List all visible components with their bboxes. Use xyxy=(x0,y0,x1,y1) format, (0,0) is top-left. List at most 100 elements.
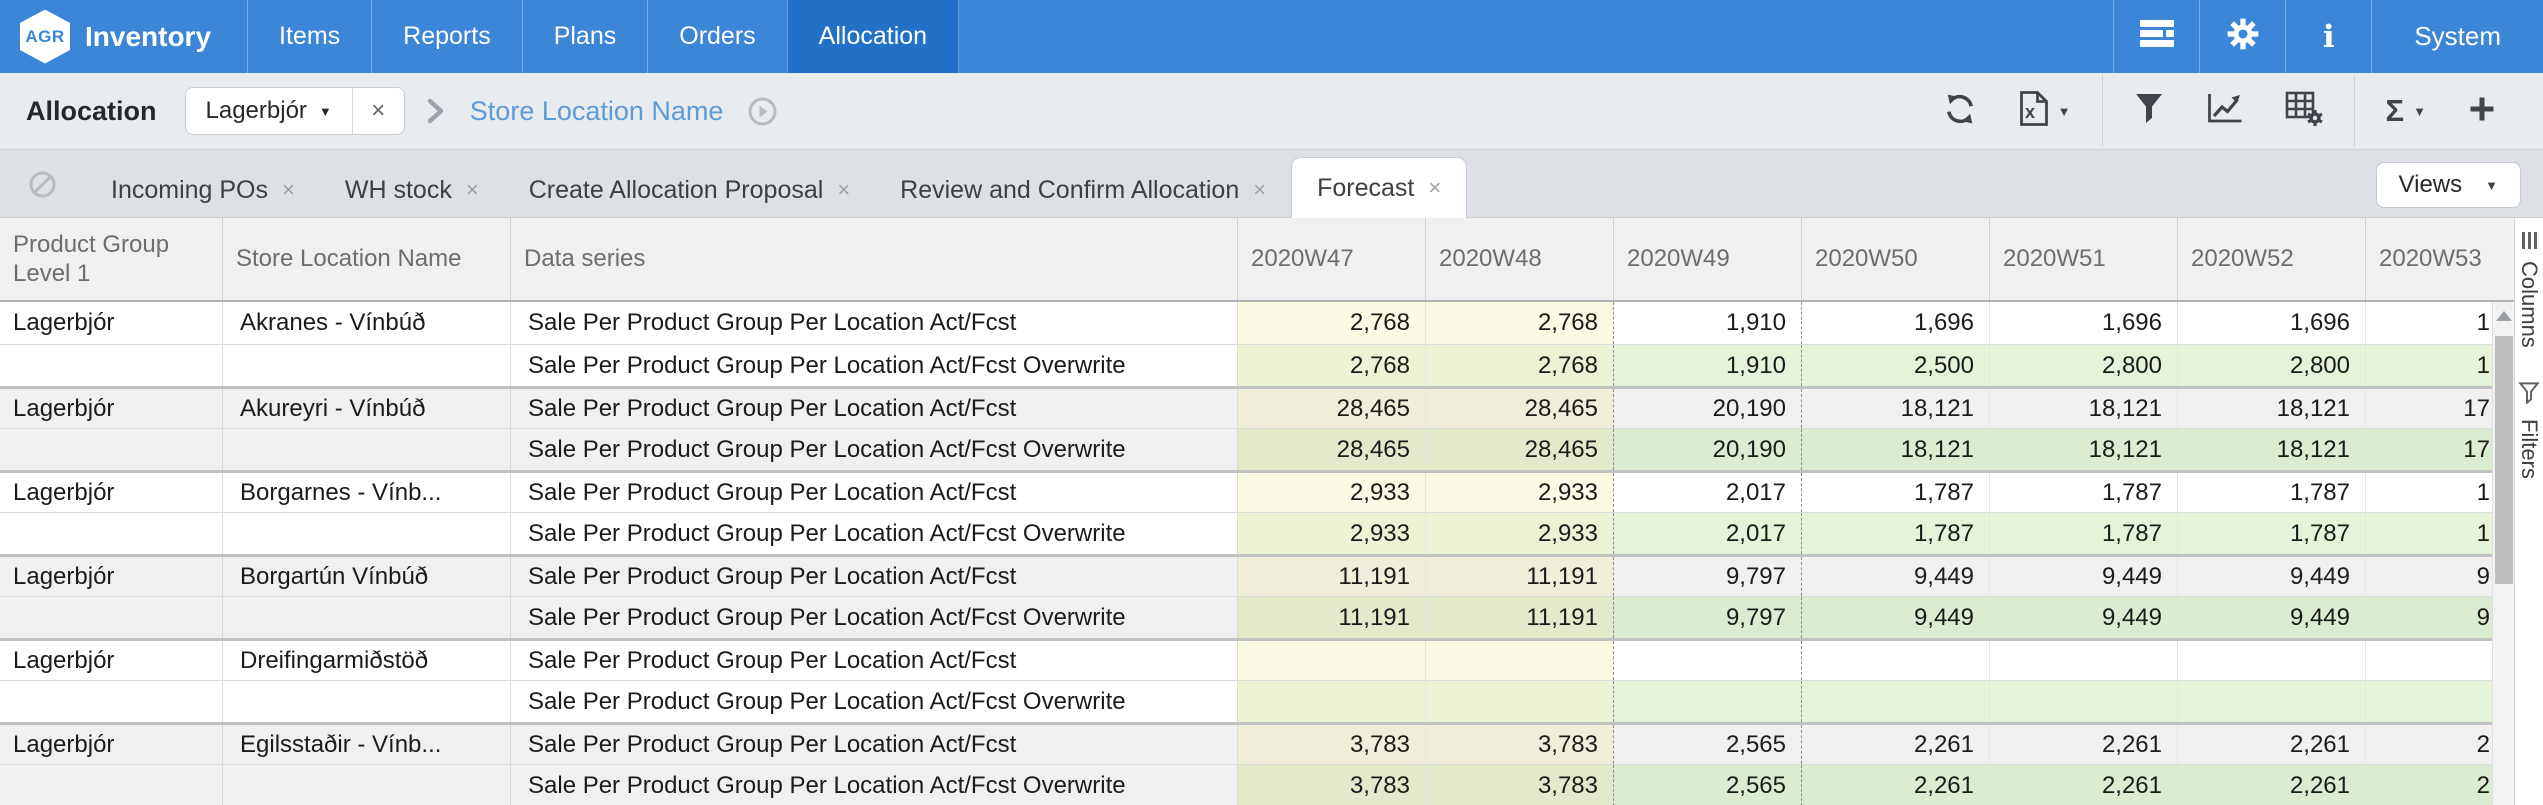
value-cell[interactable]: 2,565 xyxy=(1613,765,1801,805)
value-cell[interactable]: 20,190 xyxy=(1613,429,1801,470)
value-cell[interactable]: 1 xyxy=(2365,345,2492,386)
value-cell[interactable]: 2,261 xyxy=(2177,765,2365,805)
store-location-cell[interactable]: Egilsstaðir - Vínb... xyxy=(222,725,510,764)
store-location-cell[interactable]: Dreifingarmiðstöð xyxy=(222,641,510,680)
views-button[interactable]: Views ▼ xyxy=(2376,162,2521,208)
store-location-cell[interactable]: Akranes - Vínbúð xyxy=(222,302,510,344)
value-cell[interactable]: 1,696 xyxy=(1989,302,2177,344)
store-location-cell[interactable] xyxy=(222,429,510,470)
value-cell[interactable] xyxy=(2365,681,2492,722)
table-row[interactable]: LagerbjórDreifingarmiðstöðSale Per Produ… xyxy=(0,638,2492,680)
column-header-2020w49[interactable]: 2020W49 xyxy=(1613,218,1801,300)
value-cell[interactable]: 18,121 xyxy=(1801,429,1989,470)
data-series-cell[interactable]: Sale Per Product Group Per Location Act/… xyxy=(510,513,1237,554)
product-group-cell[interactable] xyxy=(0,429,222,470)
value-cell[interactable]: 9,797 xyxy=(1613,557,1801,596)
value-cell[interactable] xyxy=(1613,681,1801,722)
product-group-cell[interactable]: Lagerbjór xyxy=(0,473,222,512)
value-cell[interactable]: 17 xyxy=(2365,389,2492,428)
value-cell[interactable]: 17 xyxy=(2365,429,2492,470)
value-cell[interactable]: 1,787 xyxy=(2177,513,2365,554)
value-cell[interactable]: 1,787 xyxy=(1989,513,2177,554)
value-cell[interactable]: 11,191 xyxy=(1425,597,1613,638)
value-cell[interactable]: 1 xyxy=(2365,513,2492,554)
value-cell[interactable]: 9 xyxy=(2365,557,2492,596)
value-cell[interactable]: 9,449 xyxy=(2177,557,2365,596)
value-cell[interactable]: 28,465 xyxy=(1425,429,1613,470)
store-location-cell[interactable] xyxy=(222,345,510,386)
store-location-cell[interactable] xyxy=(222,681,510,722)
value-cell[interactable] xyxy=(1237,641,1425,680)
store-location-cell[interactable] xyxy=(222,513,510,554)
value-cell[interactable]: 2,800 xyxy=(1989,345,2177,386)
scrollbar-thumb[interactable] xyxy=(2495,336,2513,584)
table-row[interactable]: Sale Per Product Group Per Location Act/… xyxy=(0,428,2492,470)
product-group-cell[interactable] xyxy=(0,345,222,386)
product-group-cell[interactable]: Lagerbjór xyxy=(0,302,222,344)
nav-item-plans[interactable]: Plans xyxy=(522,0,648,73)
value-cell[interactable]: 18,121 xyxy=(2177,429,2365,470)
value-cell[interactable] xyxy=(1425,641,1613,680)
tab-close-icon[interactable]: × xyxy=(837,177,850,203)
data-series-cell[interactable]: Sale Per Product Group Per Location Act/… xyxy=(510,641,1237,680)
value-cell[interactable]: 2,261 xyxy=(1989,765,2177,805)
value-cell[interactable]: 1,696 xyxy=(2177,302,2365,344)
value-cell[interactable]: 2,017 xyxy=(1613,513,1801,554)
table-row[interactable]: Sale Per Product Group Per Location Act/… xyxy=(0,512,2492,554)
value-cell[interactable] xyxy=(1613,641,1801,680)
value-cell[interactable]: 2,933 xyxy=(1237,513,1425,554)
value-cell[interactable] xyxy=(1989,641,2177,680)
value-cell[interactable]: 18,121 xyxy=(1801,389,1989,428)
product-group-cell[interactable]: Lagerbjór xyxy=(0,641,222,680)
value-cell[interactable]: 2 xyxy=(2365,765,2492,805)
table-row[interactable]: Sale Per Product Group Per Location Act/… xyxy=(0,680,2492,722)
value-cell[interactable]: 2 xyxy=(2365,725,2492,764)
settings-button[interactable] xyxy=(2199,0,2285,73)
value-cell[interactable]: 28,465 xyxy=(1237,389,1425,428)
tab-review-and-confirm-allocation[interactable]: Review and Confirm Allocation× xyxy=(875,163,1291,217)
value-cell[interactable]: 3,783 xyxy=(1425,725,1613,764)
value-cell[interactable]: 2,768 xyxy=(1237,302,1425,344)
data-series-cell[interactable]: Sale Per Product Group Per Location Act/… xyxy=(510,681,1237,722)
value-cell[interactable]: 1,910 xyxy=(1613,345,1801,386)
run-button[interactable] xyxy=(747,96,778,127)
tab-forecast[interactable]: Forecast× xyxy=(1291,157,1467,218)
column-header-product-group-level-1[interactable]: Product Group Level 1 xyxy=(0,218,222,300)
filters-funnel-icon[interactable] xyxy=(2518,382,2540,409)
value-cell[interactable]: 2,500 xyxy=(1801,345,1989,386)
value-cell[interactable]: 2,261 xyxy=(1801,765,1989,805)
value-cell[interactable] xyxy=(1989,681,2177,722)
tab-create-allocation-proposal[interactable]: Create Allocation Proposal× xyxy=(504,163,875,217)
value-cell[interactable]: 3,783 xyxy=(1237,765,1425,805)
value-cell[interactable]: 3,783 xyxy=(1237,725,1425,764)
value-cell[interactable]: 1,787 xyxy=(1801,473,1989,512)
nav-item-items[interactable]: Items xyxy=(247,0,371,73)
table-row[interactable]: LagerbjórBorgartún VínbúðSale Per Produc… xyxy=(0,554,2492,596)
filter-chip-close-button[interactable]: × xyxy=(352,88,404,134)
table-row[interactable]: LagerbjórEgilsstaðir - Vínb...Sale Per P… xyxy=(0,722,2492,764)
value-cell[interactable]: 2,800 xyxy=(2177,345,2365,386)
tab-incoming-pos[interactable]: Incoming POs× xyxy=(86,163,320,217)
refresh-button[interactable] xyxy=(1922,86,1998,136)
nav-item-reports[interactable]: Reports xyxy=(371,0,522,73)
data-series-cell[interactable]: Sale Per Product Group Per Location Act/… xyxy=(510,557,1237,596)
data-series-cell[interactable]: Sale Per Product Group Per Location Act/… xyxy=(510,597,1237,638)
value-cell[interactable]: 20,190 xyxy=(1613,389,1801,428)
product-group-cell[interactable] xyxy=(0,513,222,554)
table-row[interactable]: Sale Per Product Group Per Location Act/… xyxy=(0,344,2492,386)
column-header-2020w51[interactable]: 2020W51 xyxy=(1989,218,2177,300)
value-cell[interactable]: 1 xyxy=(2365,473,2492,512)
product-group-cell[interactable]: Lagerbjór xyxy=(0,725,222,764)
value-cell[interactable]: 2,017 xyxy=(1613,473,1801,512)
value-cell[interactable]: 1,696 xyxy=(1801,302,1989,344)
value-cell[interactable]: 9,797 xyxy=(1613,597,1801,638)
value-cell[interactable]: 18,121 xyxy=(1989,389,2177,428)
product-group-cell[interactable]: Lagerbjór xyxy=(0,389,222,428)
servers-button[interactable] xyxy=(2113,0,2199,73)
store-location-cell[interactable]: Borgarnes - Vínb... xyxy=(222,473,510,512)
value-cell[interactable]: 1,910 xyxy=(1613,302,1801,344)
excel-export-button[interactable]: x ▼ xyxy=(1998,86,2092,136)
value-cell[interactable]: 9 xyxy=(2365,597,2492,638)
value-cell[interactable]: 3,783 xyxy=(1425,765,1613,805)
value-cell[interactable]: 9,449 xyxy=(1989,597,2177,638)
